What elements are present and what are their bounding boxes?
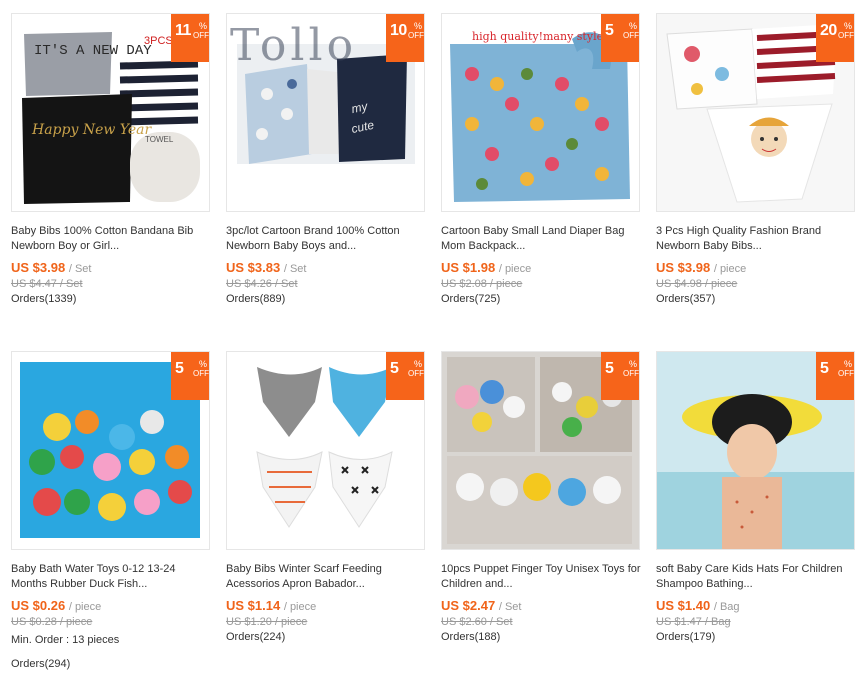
orders-count: Orders(188) <box>441 631 501 643</box>
image-caption: high quality!many styles <box>472 30 609 43</box>
original-price: US $2.08 / piece <box>441 278 523 290</box>
discount-value: 20 <box>820 22 837 39</box>
product-price: US $2.47 / Set <box>441 598 522 613</box>
product-image[interactable]: IT'S A NEW DAY Happy New Year TOWEL 3PCS… <box>11 13 210 212</box>
product-grid: IT'S A NEW DAY Happy New Year TOWEL 3PCS… <box>11 13 856 671</box>
product-card[interactable]: 5 % OFF 10pcs Puppet Finger Toy Unisex T… <box>441 351 641 671</box>
original-price: US $4.26 / Set <box>226 278 298 290</box>
orders-count: Orders(889) <box>226 293 286 305</box>
discount-badge: 5 % OFF <box>601 14 639 62</box>
original-price: US $1.47 / Bag <box>656 616 731 628</box>
discount-value: 5 <box>390 360 399 377</box>
discount-value: 5 <box>820 360 829 377</box>
product-price: US $3.98 / piece <box>656 260 747 275</box>
product-image[interactable]: 5 % OFF <box>656 351 855 550</box>
discount-badge: 10 % OFF <box>386 14 424 62</box>
discount-value: 5 <box>605 22 614 39</box>
product-card[interactable]: 5 % OFF Baby Bibs Winter Scarf Feeding A… <box>226 351 426 671</box>
product-title[interactable]: Baby Bath Water Toys 0-12 13-24 Months R… <box>11 562 211 592</box>
orders-count: Orders(1339) <box>11 293 77 305</box>
product-image[interactable]: 5 % OFF <box>11 351 210 550</box>
discount-badge: 20 % OFF <box>816 14 854 62</box>
product-card[interactable]: IT'S A NEW DAY Happy New Year TOWEL 3PCS… <box>11 13 211 333</box>
discount-badge: 5 % OFF <box>601 352 639 400</box>
product-image[interactable]: high quality!many styles 5 % OFF <box>441 13 640 212</box>
product-title[interactable]: soft Baby Care Kids Hats For Children Sh… <box>656 562 856 592</box>
product-card[interactable]: 5 % OFF soft Baby Care Kids Hats For Chi… <box>656 351 856 671</box>
image-caption-towel: TOWEL <box>145 135 174 144</box>
orders-count: Orders(725) <box>441 293 501 305</box>
discount-value: 5 <box>605 360 614 377</box>
discount-badge: 11 % OFF <box>171 14 209 62</box>
orders-count: Orders(357) <box>656 293 716 305</box>
orders-count: Orders(179) <box>656 631 716 643</box>
product-image[interactable]: 20 % OFF <box>656 13 855 212</box>
product-title[interactable]: Baby Bibs Winter Scarf Feeding Acessorio… <box>226 562 426 592</box>
product-card[interactable]: 5 % OFF Baby Bath Water Toys 0-12 13-24 … <box>11 351 211 671</box>
discount-badge: 5 % OFF <box>171 352 209 400</box>
discount-badge: 5 % OFF <box>386 352 424 400</box>
product-price: US $1.40 / Bag <box>656 598 740 613</box>
product-title[interactable]: Baby Bibs 100% Cotton Bandana Bib Newbor… <box>11 224 211 254</box>
original-price: US $1.20 / piece <box>226 616 308 628</box>
orders-count: Orders(224) <box>226 631 286 643</box>
product-title[interactable]: Cartoon Baby Small Land Diaper Bag Mom B… <box>441 224 641 254</box>
min-order: Min. Order : 13 pieces <box>11 634 120 646</box>
orders-count: Orders(294) <box>11 658 71 670</box>
product-price: US $3.98 / Set <box>11 260 92 275</box>
product-title[interactable]: 3pc/lot Cartoon Brand 100% Cotton Newbor… <box>226 224 426 254</box>
original-price: US $4.47 / Set <box>11 278 83 290</box>
product-title[interactable]: 3 Pcs High Quality Fashion Brand Newborn… <box>656 224 856 254</box>
watermark: Tollo <box>230 20 358 71</box>
discount-badge: 5 % OFF <box>816 352 854 400</box>
product-price: US $1.98 / piece <box>441 260 532 275</box>
product-title[interactable]: 10pcs Puppet Finger Toy Unisex Toys for … <box>441 562 641 592</box>
product-card[interactable]: high quality!many styles 5 % OFF Cartoon… <box>441 13 641 333</box>
product-price: US $3.83 / Set <box>226 260 307 275</box>
image-caption-happy: Happy New Year <box>31 122 152 138</box>
product-image[interactable]: 5 % OFF <box>226 351 425 550</box>
product-image[interactable]: 5 % OFF <box>441 351 640 550</box>
product-card[interactable]: 20 % OFF 3 Pcs High Quality Fashion Bran… <box>656 13 856 333</box>
original-price: US $2.60 / Set <box>441 616 513 628</box>
product-price: US $0.26 / piece <box>11 598 102 613</box>
original-price: US $4.98 / piece <box>656 278 738 290</box>
discount-value: 5 <box>175 360 184 377</box>
original-price: US $0.28 / piece <box>11 616 93 628</box>
discount-value: 10 <box>390 22 407 39</box>
discount-value: 11 <box>175 22 191 39</box>
product-price: US $1.14 / piece <box>226 598 317 613</box>
